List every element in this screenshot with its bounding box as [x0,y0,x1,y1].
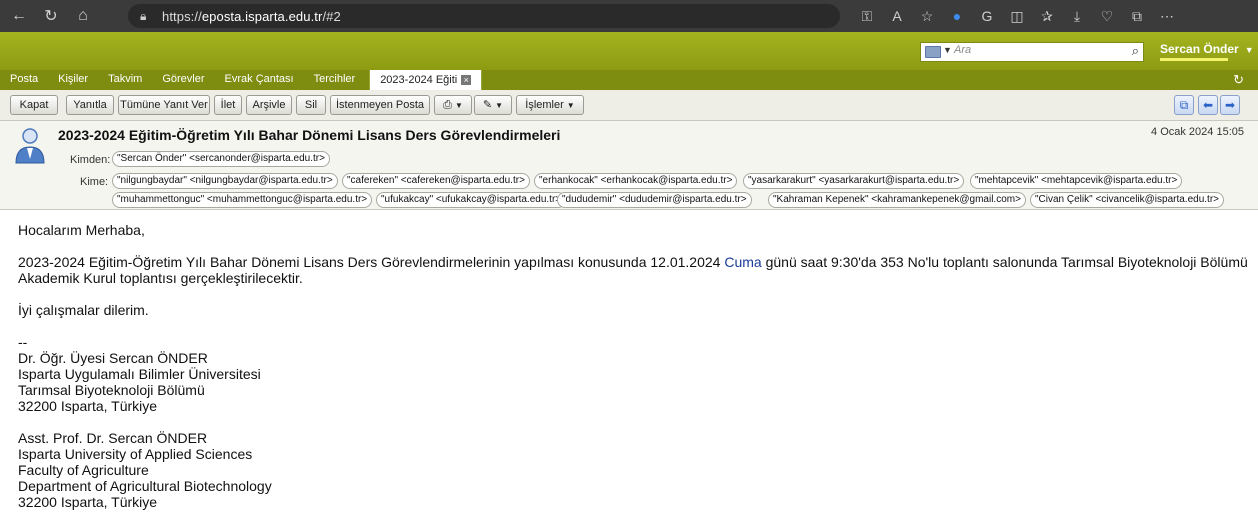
to-address-chip[interactable]: "muhammettonguc" <muhammettonguc@isparta… [112,192,373,208]
next-message-button[interactable]: ➡ [1220,95,1240,115]
signature-line: 32200 Isparta, Türkiye [18,398,158,414]
signature-line: Faculty of Agriculture [18,462,149,478]
reply-all-button[interactable]: Tümüne Yanıt Ver [118,95,210,115]
previous-message-button[interactable]: ⬅ [1198,95,1218,115]
reply-button[interactable]: Yanıtla [66,95,114,115]
signature-line: Department of Agricultural Biotechnology [18,478,272,494]
key-icon[interactable]: ⚿ [852,8,882,25]
extensions-icon[interactable]: ⧉ [1122,8,1152,25]
archive-button[interactable]: Arşivle [246,95,292,115]
signature-line: 32200 Isparta, Türkiye [18,494,158,510]
read-aloud-icon[interactable]: A [882,8,912,24]
refresh-icon[interactable]: ↻ [1233,72,1244,88]
close-icon[interactable]: × [461,75,472,85]
download-icon[interactable]: ⤓ [1062,8,1092,25]
actions-button[interactable]: İşlemler ▼ [516,95,584,115]
extension-dot-icon[interactable]: ● [942,8,972,24]
view-mode-button[interactable]: ⧉ [1174,95,1194,115]
signature-line: Isparta University of Applied Sciences [18,446,253,462]
chevron-down-icon[interactable]: ▼ [943,45,952,55]
to-address-chip[interactable]: "ufukakcay" <ufukakcay@isparta.edu.tr> [376,192,567,208]
favorites-icon[interactable]: ✰ [1032,8,1062,25]
tab-mail[interactable]: Posta [0,70,48,90]
greeting: Hocalarım Merhaba, [18,222,145,238]
heart-icon[interactable]: ♡ [1092,8,1122,25]
from-label: Kimden: [70,154,111,166]
message-toolbar: Kapat Yanıtla Tümüne Yanıt Ver İlet Arşi… [0,90,1258,121]
to-label: Kime: [80,176,109,188]
from-address-chip[interactable]: "Sercan Önder" <sercanonder@isparta.edu.… [112,151,330,167]
message-date: 4 Ocak 2024 15:05 [1151,126,1244,138]
user-name: Sercan Önder [1160,42,1239,56]
tab-briefcase[interactable]: Evrak Çantası [215,70,304,90]
address-url: https://eposta.isparta.edu.tr/#2 [162,8,341,24]
tag-button[interactable]: ✎ ▼ [474,95,512,115]
spam-button[interactable]: İstenmeyen Posta [330,95,430,115]
browser-action-icons: ⚿ A ☆ ● G ◫ ✰ ⤓ ♡ ⧉ ⋯ [852,0,1182,32]
arrow-left-icon: ⬅ [1202,98,1214,112]
window-icon: ⧉ [1179,98,1189,112]
close-button[interactable]: Kapat [10,95,58,115]
arrow-right-icon: ➡ [1224,98,1236,112]
signature-line: Tarımsal Biyoteknoloji Bölümü [18,382,205,398]
back-icon[interactable]: ← [6,3,32,29]
more-icon[interactable]: ⋯ [1152,8,1182,25]
actions-label: İşlemler [525,99,564,111]
calendar-link[interactable]: Cuma [724,254,761,270]
app-tabs: Posta Kişiler Takvim Görevler Evrak Çant… [0,70,1258,90]
body-text: Akademik Kurul toplantısı gerçekleştiril… [18,270,303,286]
print-button[interactable]: ⎙ ▼ [434,95,472,115]
signature-separator: -- [18,334,28,350]
to-address-chip[interactable]: "Kahraman Kepenek" <kahramankepenek@gmai… [768,192,1026,208]
star-icon[interactable]: ☆ [912,8,942,25]
reload-icon[interactable]: ↻ [38,3,64,29]
closing: İyi çalışmalar dilerim. [18,302,149,318]
search-placeholder: Ara [954,44,972,56]
tab-open-message-label: 2023-2024 Eğiti [380,73,458,86]
sender-avatar [15,128,45,164]
chevron-down-icon: ▼ [566,101,575,110]
home-icon[interactable]: ⌂ [70,3,96,29]
signature-line: Asst. Prof. Dr. Sercan ÖNDER [18,430,208,446]
body-text: 2023-2024 Eğitim-Öğretim Yılı Bahar Döne… [18,254,725,270]
to-address-chip[interactable]: "nilgungbaydar" <nilgungbaydar@isparta.e… [112,173,338,189]
body-text: günü saat 9:30'da 353 No'lu toplantı sal… [761,254,1248,270]
tab-calendar[interactable]: Takvim [98,70,152,90]
to-address-chip[interactable]: "yasarkarakurt" <yasarkarakurt@isparta.e… [743,173,965,189]
printer-icon: ⎙ [443,99,452,111]
mail-search-type-icon[interactable] [925,46,941,58]
tab-open-message[interactable]: 2023-2024 Eğiti × [369,70,483,90]
chevron-down-icon: ▼ [495,101,504,110]
body-paragraph: 2023-2024 Eğitim-Öğretim Yılı Bahar Döne… [18,254,1248,286]
search-icon[interactable]: ⌕ [1132,43,1139,59]
copilot-icon[interactable]: G [972,8,1002,24]
to-address-chip[interactable]: "erhankocak" <erhankocak@isparta.edu.tr> [534,173,738,189]
delete-button[interactable]: Sil [296,95,326,115]
chevron-down-icon: ▼ [454,101,463,110]
tab-preferences[interactable]: Tercihler [304,70,366,90]
to-address-chip[interactable]: "dududemir" <dududemir@isparta.edu.tr> [557,192,752,208]
tab-contacts[interactable]: Kişiler [48,70,98,90]
user-underline [1160,58,1228,61]
to-address-chip[interactable]: "mehtapcevik" <mehtapcevik@isparta.edu.t… [970,173,1183,189]
address-bar[interactable]: 🔒︎ https://eposta.isparta.edu.tr/#2 [128,4,840,28]
search-input[interactable]: ▼ Ara ⌕ [920,42,1144,62]
signature-line: Dr. Öğr. Üyesi Sercan ÖNDER [18,350,208,366]
tab-tasks[interactable]: Görevler [152,70,214,90]
forward-button[interactable]: İlet [214,95,242,115]
split-screen-icon[interactable]: ◫ [1002,8,1032,25]
lock-icon: 🔒︎ [140,8,147,23]
user-menu[interactable]: Sercan Önder ▼ [1160,42,1254,56]
tag-icon: ✎ [482,99,493,111]
message-subject: 2023-2024 Eğitim-Öğretim Yılı Bahar Döne… [58,127,561,143]
chevron-down-icon: ▼ [1244,45,1254,55]
to-address-chip[interactable]: "Civan Çelik" <civancelik@isparta.edu.tr… [1030,192,1224,208]
to-address-chip[interactable]: "cafereken" <cafereken@isparta.edu.tr> [342,173,530,189]
message-body: Hocalarım Merhaba, 2023-2024 Eğitim-Öğre… [18,222,1248,510]
signature-line: Isparta Uygulamalı Bilimler Üniversitesi [18,366,261,382]
